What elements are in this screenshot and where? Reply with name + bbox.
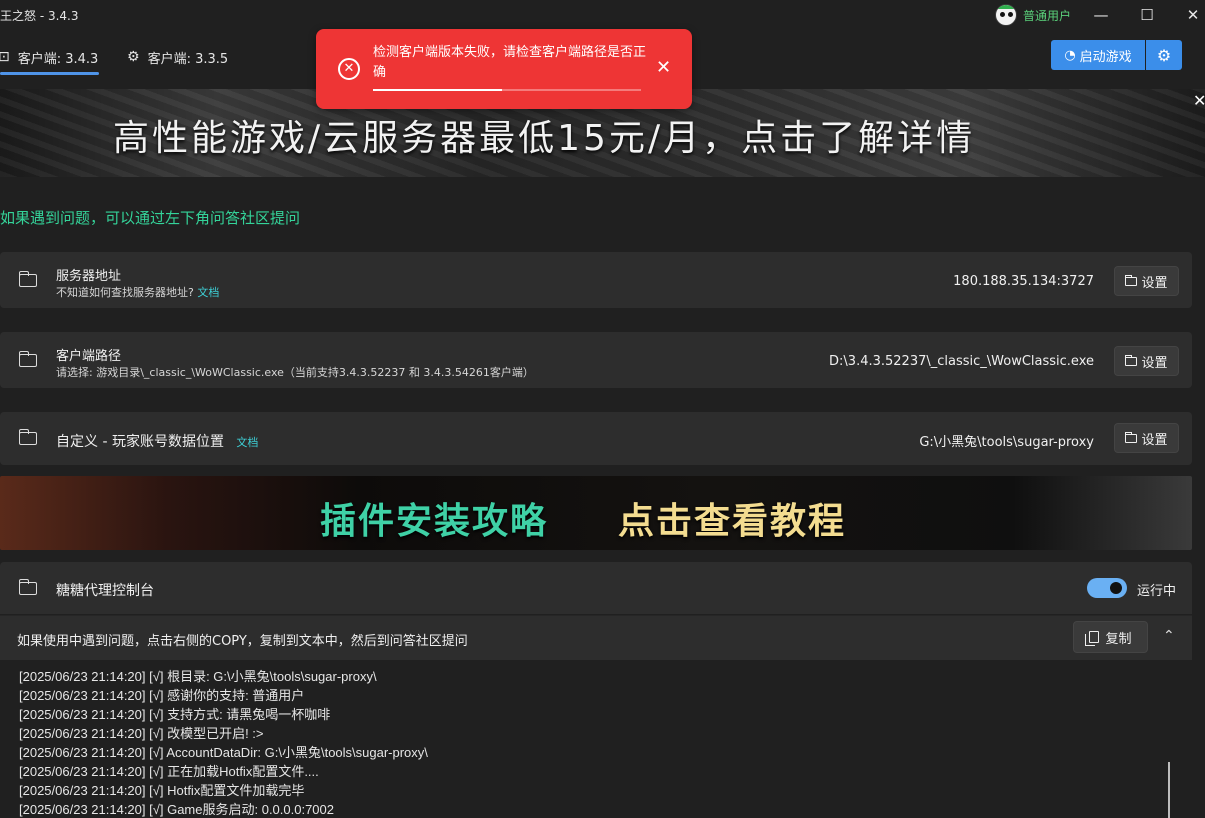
client-path-value: D:\3.4.3.52237\_classic_\WowClassic.exe bbox=[829, 354, 1094, 369]
folder-icon bbox=[18, 351, 37, 367]
play-icon: ◔ bbox=[1064, 47, 1076, 63]
log-line: [2025/06/23 21:14:20] [√] AccountDataDir… bbox=[19, 745, 428, 760]
folder-icon bbox=[18, 579, 37, 595]
error-toast: ✕ 检测客户端版本失败，请检查客户端路径是否正确 ✕ bbox=[316, 29, 692, 109]
plugin-tutorial-banner[interactable]: 插件安装攻略 点击查看教程 bbox=[0, 476, 1192, 550]
server-address-card: 服务器地址 不知道如何查找服务器地址? 文档 180.188.35.134:37… bbox=[0, 252, 1192, 308]
proxy-status-label: 运行中 bbox=[1137, 584, 1177, 599]
folder-icon bbox=[1125, 274, 1138, 286]
console-hint-row: 如果使用中遇到问题，点击右侧的COPY，复制到文本中，然后到问答社区提问 bbox=[0, 615, 1192, 660]
folder-icon bbox=[18, 429, 37, 445]
minimize-button[interactable]: — bbox=[1078, 0, 1124, 30]
client-path-set-button[interactable]: 设置 bbox=[1114, 346, 1179, 376]
log-line: [2025/06/23 21:14:20] [√] Hotfix配置文件加载完毕 bbox=[19, 783, 305, 798]
copy-icon bbox=[1085, 631, 1100, 646]
error-icon: ✕ bbox=[338, 58, 360, 80]
console-header: 糖糖代理控制台 bbox=[0, 562, 1192, 614]
tab-label: 客户端: 3.3.5 bbox=[147, 51, 229, 67]
server-help-text: 不知道如何查找服务器地址? bbox=[56, 286, 194, 299]
console-log: [2025/06/23 21:14:20] [√] 根目录: G:\小黑兔\to… bbox=[0, 661, 1192, 818]
toggle-knob bbox=[1110, 582, 1122, 594]
client-path-title: 客户端路径 bbox=[56, 349, 122, 364]
toast-close-icon[interactable]: ✕ bbox=[656, 57, 671, 78]
client-path-card: 客户端路径 请选择: 游戏目录\_classic_\WoWClassic.exe… bbox=[0, 332, 1192, 388]
account-data-title-text: 自定义 - 玩家账号数据位置 bbox=[56, 434, 224, 450]
log-scrollbar[interactable] bbox=[1168, 762, 1170, 818]
server-address-help: 不知道如何查找服务器地址? 文档 bbox=[56, 284, 219, 300]
account-data-doc-link[interactable]: 文档 bbox=[236, 436, 258, 449]
account-data-value: G:\小黑兔\tools\sugar-proxy bbox=[919, 435, 1094, 450]
plugin-banner-title: 插件安装攻略 bbox=[320, 501, 549, 542]
active-tab-indicator bbox=[0, 72, 99, 75]
tab-client-343[interactable]: ⊡ 客户端: 3.4.3 bbox=[0, 38, 98, 76]
start-game-button[interactable]: ◔ 启动游戏 bbox=[1051, 40, 1145, 70]
user-label: 普通用户 bbox=[1023, 8, 1072, 23]
avatar bbox=[995, 4, 1017, 26]
window-title: 王之怒 - 3.4.3 bbox=[0, 9, 79, 23]
server-set-button[interactable]: 设置 bbox=[1114, 266, 1179, 296]
folder-icon bbox=[1125, 431, 1138, 443]
console-hint: 如果使用中遇到问题，点击右侧的COPY，复制到文本中，然后到问答社区提问 bbox=[17, 634, 468, 649]
start-game-label: 启动游戏 bbox=[1079, 49, 1132, 65]
log-line: [2025/06/23 21:14:20] [√] 改模型已开启! :> bbox=[19, 726, 264, 741]
log-line: [2025/06/23 21:14:20] [√] 根目录: G:\小黑兔\to… bbox=[19, 669, 377, 684]
copy-button[interactable]: 复制 bbox=[1073, 621, 1148, 653]
toast-progress-fill bbox=[373, 89, 502, 91]
tab-client-335[interactable]: ⚙ 客户端: 3.3.5 bbox=[127, 38, 228, 76]
close-window-button[interactable]: ✕ bbox=[1170, 0, 1205, 30]
collapse-chevron-icon[interactable]: ⌃ bbox=[1163, 628, 1175, 644]
set-label: 设置 bbox=[1141, 355, 1168, 371]
settings-icon: ⚙ bbox=[1156, 45, 1172, 65]
log-line: [2025/06/23 21:14:20] [√] 感谢你的支持: 普通用户 bbox=[19, 688, 305, 703]
client-path-help: 请选择: 游戏目录\_classic_\WoWClassic.exe（当前支持3… bbox=[56, 366, 534, 379]
proxy-toggle[interactable] bbox=[1087, 578, 1127, 598]
server-doc-link[interactable]: 文档 bbox=[197, 286, 219, 299]
banner-close-icon[interactable]: ✕ bbox=[1193, 91, 1205, 110]
account-data-card: 自定义 - 玩家账号数据位置 文档 G:\小黑兔\tools\sugar-pro… bbox=[0, 412, 1192, 465]
maximize-button[interactable]: ☐ bbox=[1124, 0, 1170, 30]
console-title: 糖糖代理控制台 bbox=[56, 583, 154, 599]
plugin-banner-cta: 点击查看教程 bbox=[618, 501, 847, 542]
folder-icon bbox=[18, 271, 37, 287]
help-hint: 如果遇到问题，可以通过左下角问答社区提问 bbox=[0, 209, 301, 227]
user-badge[interactable]: 普通用户 bbox=[995, 4, 1071, 26]
account-data-title: 自定义 - 玩家账号数据位置 文档 bbox=[56, 431, 258, 451]
settings-button[interactable]: ⚙ bbox=[1146, 40, 1182, 70]
title-bar: 王之怒 - 3.4.3 普通用户 — ☐ ✕ bbox=[0, 0, 1205, 30]
log-line: [2025/06/23 21:14:20] [√] 正在加载Hotfix配置文件… bbox=[19, 764, 319, 779]
account-data-set-button[interactable]: 设置 bbox=[1114, 423, 1179, 453]
toast-progress bbox=[373, 89, 641, 91]
tab-icon: ⊡ bbox=[0, 49, 10, 65]
folder-icon bbox=[1125, 354, 1138, 366]
gear-icon: ⚙ bbox=[127, 49, 140, 65]
toast-message: 检测客户端版本失败，请检查客户端路径是否正确 bbox=[373, 45, 647, 80]
server-address-title: 服务器地址 bbox=[56, 269, 122, 284]
set-label: 设置 bbox=[1141, 432, 1168, 448]
log-line: [2025/06/23 21:14:20] [√] Game服务启动: 0.0.… bbox=[19, 802, 334, 817]
log-line: [2025/06/23 21:14:20] [√] 支持方式: 请黑兔喝一杯咖啡 bbox=[19, 707, 331, 722]
server-address-value: 180.188.35.134:3727 bbox=[953, 274, 1094, 289]
promo-banner-text: 高性能游戏/云服务器最低15元/月，点击了解详情 bbox=[113, 118, 976, 159]
copy-label: 复制 bbox=[1105, 631, 1132, 647]
set-label: 设置 bbox=[1141, 275, 1168, 291]
tab-label: 客户端: 3.4.3 bbox=[17, 51, 99, 67]
